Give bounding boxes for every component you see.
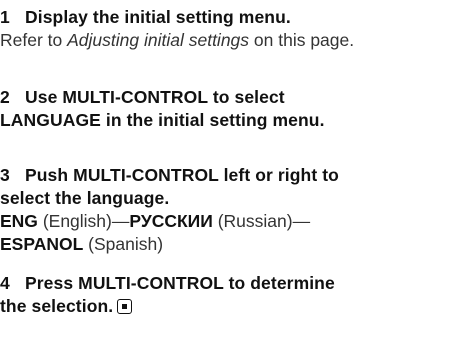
step-3-heading-line2: select the language. <box>0 187 169 210</box>
language-rus-name: (Russian) <box>217 211 293 231</box>
language-eng-code: ENG <box>0 211 38 231</box>
step-1-heading-text: Display the initial setting menu. <box>25 7 291 27</box>
step-1-body: Refer to Adjusting initial settings on t… <box>0 29 354 52</box>
language-separator-2: — <box>292 211 311 231</box>
step-1-body-link: Adjusting initial settings <box>67 30 250 50</box>
step-1-number: 1 <box>0 7 10 27</box>
step-2-number: 2 <box>0 87 10 107</box>
language-rus-code: РУССКИИ <box>129 211 213 231</box>
step-3-heading-line1: 3 Push MULTI-CONTROL left or right to <box>0 164 339 187</box>
language-esp-code: ESPANOL <box>0 234 84 254</box>
step-3-heading-text-1: Push MULTI-CONTROL left or right to <box>25 165 339 185</box>
language-options-line1: ENG (English)—РУССКИИ (Russian)— <box>0 210 310 233</box>
step-2-heading-text-2: LANGUAGE in the initial setting menu. <box>0 110 325 130</box>
step-4-heading-line2: the selection. <box>0 295 133 318</box>
instruction-page: 1 Display the initial setting menu. Refer… <box>0 0 452 341</box>
language-options-line2: ESPANOL (Spanish) <box>0 233 163 256</box>
step-4-heading-text-1: Press MULTI-CONTROL to determine <box>25 273 335 293</box>
end-of-section-icon <box>117 299 133 314</box>
step-4-heading-line1: 4 Press MULTI-CONTROL to determine <box>0 272 335 295</box>
language-separator-1: — <box>111 211 130 231</box>
language-eng-name: (English) <box>42 211 112 231</box>
step-2-heading-line1: 2 Use MULTI-CONTROL to select <box>0 86 285 109</box>
step-1-heading: 1 Display the initial setting menu. <box>0 6 291 29</box>
step-2-heading-line2: LANGUAGE in the initial setting menu. <box>0 109 325 132</box>
step-4-number: 4 <box>0 273 10 293</box>
step-2-heading-text-1: Use MULTI-CONTROL to select <box>25 87 285 107</box>
step-4-heading-text-2: the selection. <box>0 296 114 316</box>
language-esp-name: (Spanish) <box>88 234 164 254</box>
step-3-heading-text-2: select the language. <box>0 188 170 208</box>
step-1-body-after: on this page. <box>249 30 355 50</box>
step-3-number: 3 <box>0 165 10 185</box>
step-1-body-before: Refer to <box>0 30 68 50</box>
